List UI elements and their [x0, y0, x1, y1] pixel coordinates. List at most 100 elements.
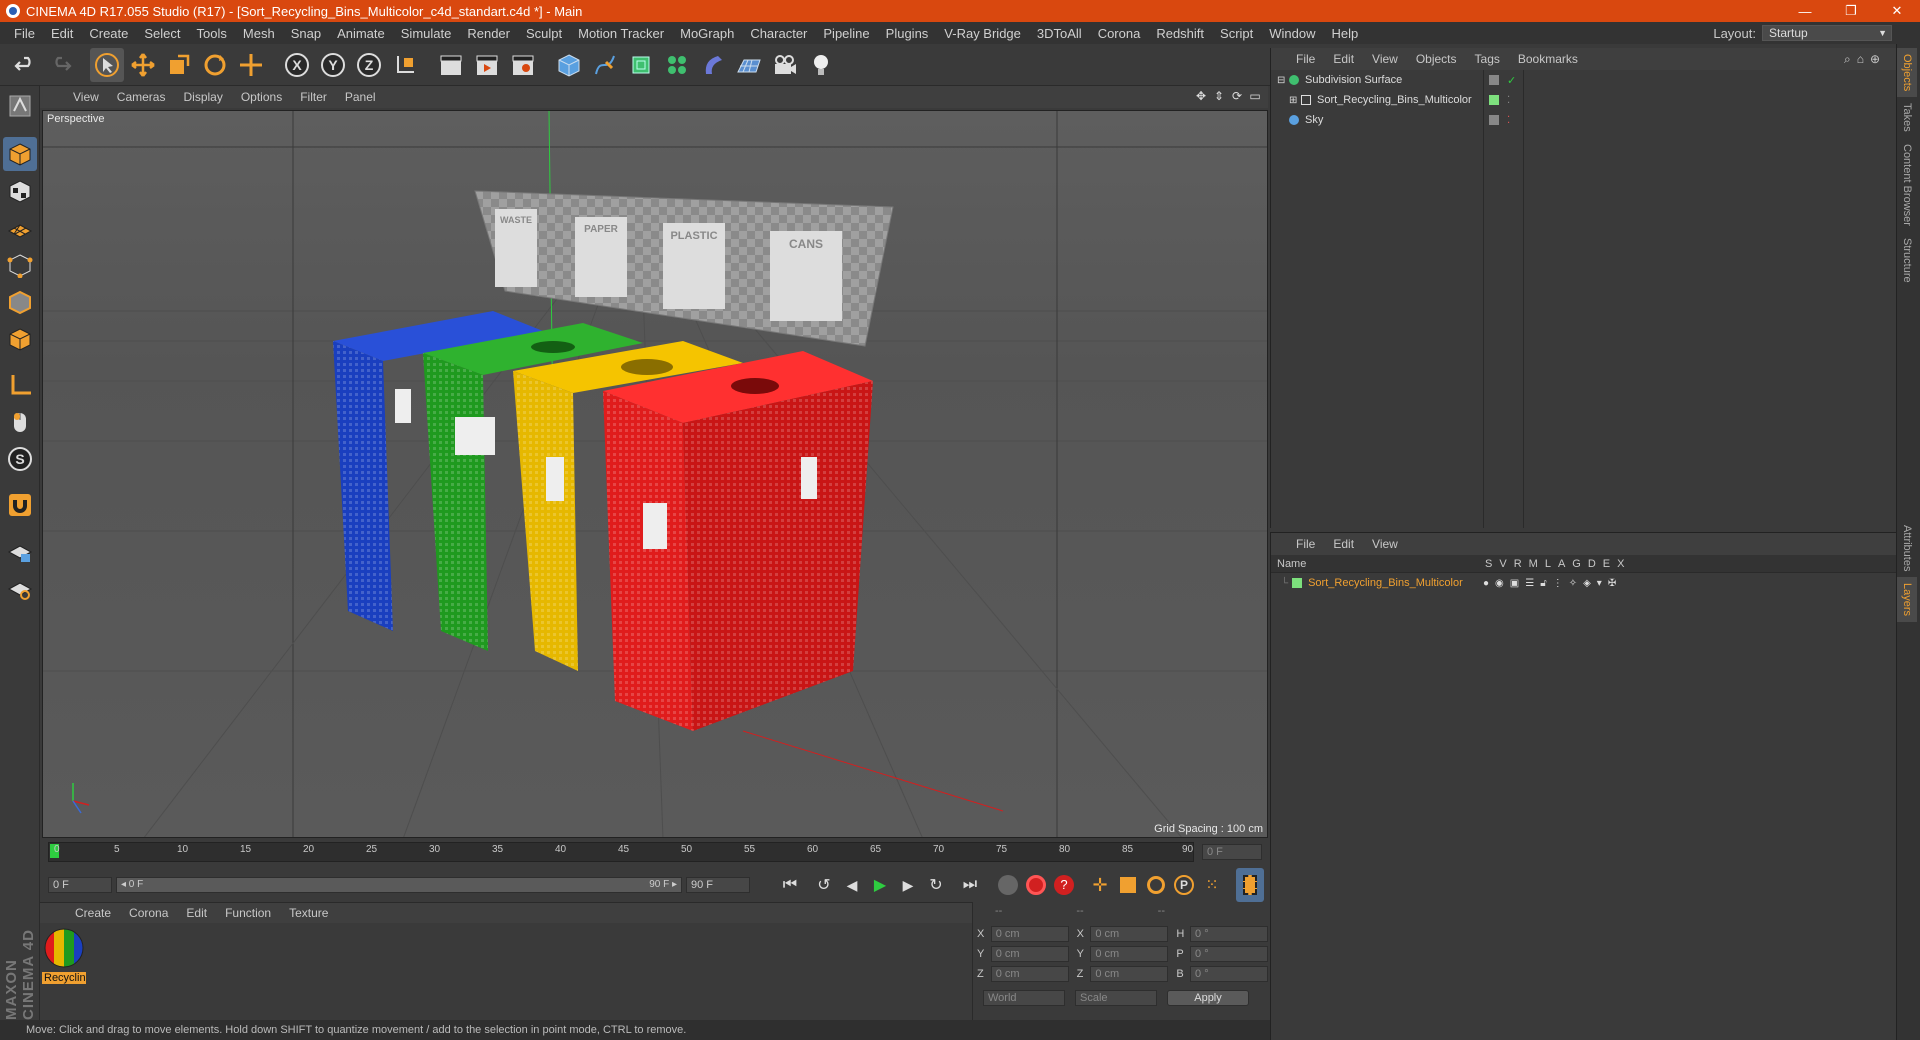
object-row-subdivision-surface[interactable]: ⊟ Subdivision Surface ✓ — [1271, 70, 1896, 90]
record-active-button[interactable] — [994, 868, 1022, 902]
layer-row[interactable]: └ Sort_Recycling_Bins_Multicolor ● ◉ ▣ ☰… — [1271, 573, 1896, 593]
autokey-button[interactable] — [1022, 868, 1050, 902]
enable-snap-button[interactable] — [3, 488, 37, 522]
menu-simulate[interactable]: Simulate — [393, 26, 460, 41]
menu-script[interactable]: Script — [1212, 26, 1261, 41]
current-frame-field[interactable]: 0 F — [1202, 844, 1262, 860]
cloner-button[interactable] — [660, 48, 694, 82]
xref-icon[interactable]: ✠ — [1608, 578, 1616, 589]
expand-icon[interactable]: ⊞ — [1289, 95, 1301, 106]
material-menu-edit[interactable]: Edit — [177, 906, 216, 920]
menu-mograph[interactable]: MoGraph — [672, 26, 742, 41]
tab-content-browser[interactable]: Content Browser — [1897, 138, 1917, 232]
manager-icon[interactable]: ☰ — [1525, 578, 1534, 589]
rotate-tool-button[interactable] — [198, 48, 232, 82]
visibility-dots-icon[interactable]: ⁚ — [1507, 115, 1510, 126]
position-z-field[interactable]: 0 cm — [990, 966, 1069, 982]
expression-icon[interactable]: ▾ — [1597, 578, 1602, 589]
eye-icon[interactable]: ◉ — [1495, 578, 1504, 589]
layers-menu-edit[interactable]: Edit — [1324, 537, 1363, 551]
position-x-field[interactable]: 0 cm — [990, 926, 1069, 942]
menu-corona[interactable]: Corona — [1090, 26, 1149, 41]
minimize-button[interactable]: — — [1782, 0, 1828, 22]
layers-menu-view[interactable]: View — [1363, 537, 1407, 551]
material-thumbnail[interactable]: Recyclin — [42, 927, 88, 985]
layout-dropdown[interactable]: Startup ▼ — [1762, 25, 1892, 41]
coordinate-space-dropdown[interactable]: World — [983, 990, 1065, 1006]
render-settings-button[interactable] — [506, 48, 540, 82]
menu-select[interactable]: Select — [136, 26, 188, 41]
rotation-p-field[interactable]: 0 ° — [1190, 946, 1268, 962]
rotation-b-field[interactable]: 0 ° — [1190, 966, 1268, 982]
maximize-view-icon[interactable]: ▭ — [1248, 89, 1262, 103]
texture-mode-button[interactable] — [3, 174, 37, 208]
objects-menu-view[interactable]: View — [1363, 52, 1407, 66]
editor-visibility-icon[interactable] — [1489, 75, 1499, 85]
objects-menu-bookmarks[interactable]: Bookmarks — [1509, 52, 1587, 66]
menu-render[interactable]: Render — [459, 26, 518, 41]
dolly-icon[interactable]: ⇕ — [1212, 89, 1226, 103]
previous-key-button[interactable]: ↺ — [810, 868, 838, 902]
go-to-start-button[interactable]: ⏮ — [776, 868, 804, 902]
position-y-field[interactable]: 0 cm — [990, 946, 1069, 962]
material-menu-create[interactable]: Create — [66, 906, 120, 920]
objects-menu-file[interactable]: File — [1287, 52, 1324, 66]
menu-sculpt[interactable]: Sculpt — [518, 26, 570, 41]
editor-visibility-icon[interactable] — [1489, 115, 1499, 125]
planar-workplane-button[interactable] — [3, 571, 37, 605]
tab-layers[interactable]: Layers — [1897, 577, 1917, 623]
menu-window[interactable]: Window — [1261, 26, 1323, 41]
menu-create[interactable]: Create — [81, 26, 136, 41]
viewport-menu-options[interactable]: Options — [232, 90, 291, 104]
go-to-end-button[interactable]: ⏭ — [956, 868, 984, 902]
new-view-icon[interactable]: ⊕ — [1870, 52, 1880, 66]
menu-snap[interactable]: Snap — [283, 26, 329, 41]
pan-icon[interactable]: ✥ — [1194, 89, 1208, 103]
timeline-ruler[interactable]: 0 5 10 15 20 25 30 35 40 45 50 55 60 65 … — [40, 842, 1268, 866]
viewport-menu-cameras[interactable]: Cameras — [108, 90, 175, 104]
subdivision-surface-button[interactable] — [624, 48, 658, 82]
lock-icon[interactable]: 🔓︎ — [1540, 578, 1546, 589]
points-mode-button[interactable] — [3, 248, 37, 282]
recent-tool-button[interactable] — [234, 48, 268, 82]
render-view-button[interactable] — [434, 48, 468, 82]
tab-objects[interactable]: Objects — [1897, 48, 1917, 98]
apply-button[interactable]: Apply — [1167, 990, 1249, 1006]
menu-mesh[interactable]: Mesh — [235, 26, 283, 41]
material-menu-function[interactable]: Function — [216, 906, 280, 920]
object-row-recycling-bins[interactable]: ⊞ Sort_Recycling_Bins_Multicolor ⁚ — [1271, 90, 1896, 110]
menu-pipeline[interactable]: Pipeline — [815, 26, 877, 41]
layer-color-swatch[interactable] — [1292, 578, 1303, 588]
menu-file[interactable]: File — [6, 26, 43, 41]
viewport-menu-filter[interactable]: Filter — [291, 90, 336, 104]
parameter-key-button[interactable]: P — [1170, 868, 1198, 902]
menu-animate[interactable]: Animate — [329, 26, 393, 41]
menu-plugins[interactable]: Plugins — [878, 26, 937, 41]
x-axis-button[interactable]: X — [280, 48, 314, 82]
tweak-mode-button[interactable] — [3, 405, 37, 439]
next-frame-button[interactable]: ▶ — [894, 868, 922, 902]
menu-3dtoall[interactable]: 3DToAll — [1029, 26, 1090, 41]
lock-workplane-button[interactable] — [3, 534, 37, 568]
previous-frame-button[interactable]: ◀ — [838, 868, 866, 902]
scale-key-button[interactable] — [1114, 868, 1142, 902]
layer-name[interactable]: Sort_Recycling_Bins_Multicolor — [1308, 577, 1463, 589]
cube-button[interactable] — [552, 48, 586, 82]
search-icon[interactable]: ⌕ — [1844, 52, 1851, 67]
next-key-button[interactable]: ↻ — [922, 868, 950, 902]
object-row-sky[interactable]: Sky ⁚ — [1271, 110, 1896, 130]
axis-mode-button[interactable] — [3, 368, 37, 402]
layers-menu-file[interactable]: File — [1287, 537, 1324, 551]
menu-help[interactable]: Help — [1324, 26, 1367, 41]
objects-menu-edit[interactable]: Edit — [1324, 52, 1363, 66]
point-level-key-button[interactable]: ⁙ — [1198, 868, 1226, 902]
material-menu-corona[interactable]: Corona — [120, 906, 177, 920]
tab-structure[interactable]: Structure — [1897, 232, 1917, 289]
visibility-dots-icon[interactable]: ⁚ — [1507, 95, 1510, 106]
viewport-menu-panel[interactable]: Panel — [336, 90, 385, 104]
workplane-mode-button[interactable] — [3, 211, 37, 245]
floor-button[interactable] — [732, 48, 766, 82]
timeline-window-button[interactable] — [1236, 868, 1264, 902]
menu-vray-bridge[interactable]: V-Ray Bridge — [936, 26, 1029, 41]
light-button[interactable] — [804, 48, 838, 82]
